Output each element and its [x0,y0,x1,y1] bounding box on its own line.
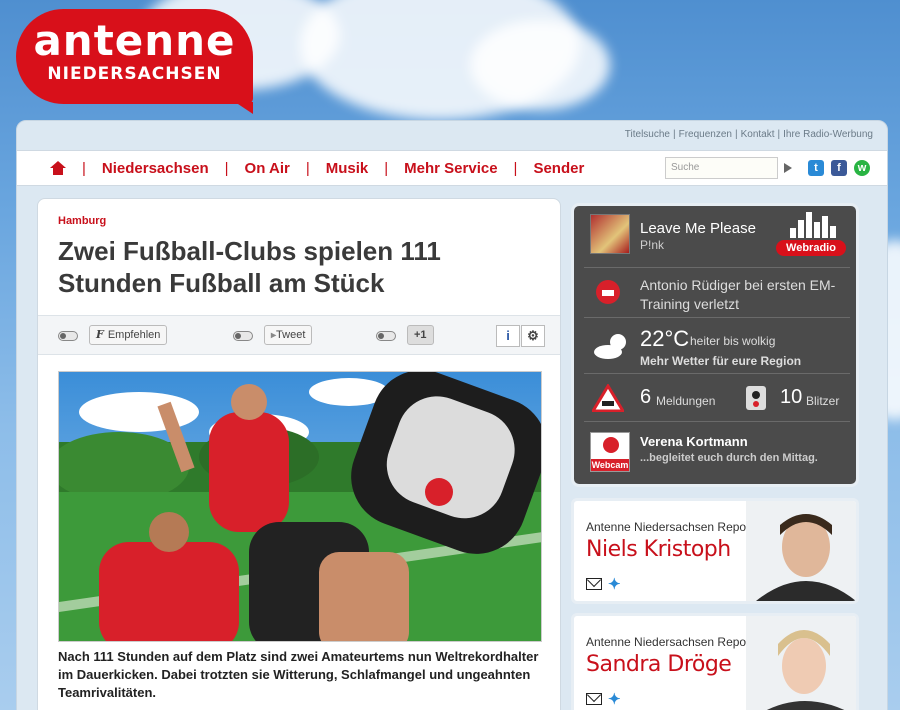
weather-row[interactable]: 22°C heiter bis wolkig Mehr Wetter für e… [584,318,850,374]
weather-desc: heiter bis wolkig [690,334,776,348]
facebook-share-toggle[interactable] [58,331,78,341]
webcam-icon: Webcam [590,432,630,472]
logo-main-text: antenne [33,16,236,65]
gplus-button[interactable]: +1 [407,325,434,345]
webcam-row[interactable]: Webcam Verena Kortmann ...begleitet euch… [584,422,850,484]
webcam-host-name: Verena Kortmann [640,434,748,449]
news-row[interactable]: Antonio Rüdiger bei ersten EM-Training v… [584,268,850,318]
song-artist: P!nk [640,238,665,252]
reporter-name[interactable]: Niels Kristoph [586,537,731,562]
album-cover [590,214,630,254]
email-icon[interactable] [586,693,602,705]
article-photo[interactable] [58,371,542,642]
share-bar: F Empfehlen ▸Tweet +1 i ⚙ [38,315,560,355]
reporter-portrait [746,501,856,601]
traffic-row[interactable]: 6 Meldungen 10 Blitzer [584,374,850,422]
gplus-share-toggle[interactable] [376,331,396,341]
nav-item-mehr-service[interactable]: Mehr Service [404,160,497,177]
reporter-kicker: Antenne Niedersachsen Reporter [586,520,765,534]
article-card: Hamburg Zwei Fußball-Clubs spielen 111 S… [37,198,561,710]
reporter-card[interactable]: Antenne Niedersachsen Reporterin Sandra … [571,613,859,710]
content-frame: Titelsuche | Frequenzen | Kontakt | Ihre Radio… [16,120,888,710]
logo-sub-text: NIEDERSACHSEN [47,64,222,84]
settings-gear-icon[interactable]: ⚙ [521,325,545,347]
traffic-reports-label: Meldungen [656,394,716,408]
speed-camera-icon [746,386,766,410]
twitter-bird-icon[interactable]: ✦ [608,690,621,708]
top-links: Titelsuche | Frequenzen | Kontakt | Ihre Radio… [624,129,873,140]
search-input[interactable]: Suche [665,157,778,179]
facebook-recommend-button[interactable]: F Empfehlen [89,325,168,345]
article-region[interactable]: Hamburg [58,215,106,227]
reporter-name[interactable]: Sandra Dröge [586,652,732,677]
toplink-frequenzen[interactable]: Frequenzen [679,129,732,140]
article-headline[interactable]: Zwei Fußball-Clubs spielen 111 Stunden F… [58,235,538,299]
logo-tail [235,102,253,114]
nav-item-on-air[interactable]: On Air [245,160,290,177]
tweet-button[interactable]: ▸Tweet [264,325,313,345]
traffic-warning-icon [592,384,624,412]
webcam-host-desc: ...begleitet euch durch den Mittag. [640,452,818,464]
antenne-logo[interactable]: antenne NIEDERSACHSEN [16,9,253,114]
weather-temp: 22°C [640,326,690,351]
reporter-card[interactable]: Antenne Niedersachsen Reporter Niels Kri… [571,498,859,604]
news-headline: Antonio Rüdiger bei ersten EM-Training v… [640,277,836,312]
nav-item-musik[interactable]: Musik [326,160,369,177]
home-icon[interactable] [50,161,66,175]
football-celebration-image [59,372,541,641]
toplink-kontakt[interactable]: Kontakt [741,129,775,140]
webradio-button[interactable]: Webradio [776,212,846,256]
info-icon[interactable]: i [496,325,520,347]
email-icon[interactable] [586,578,602,590]
search-submit-icon[interactable] [784,163,792,173]
info-sidebar: Leave Me Please P!nk Webradio Antonio Rü… [571,203,859,487]
reporter-portrait [746,616,856,710]
speed-camera-count: 10 [780,386,803,408]
sky-cloud [470,20,610,110]
toplink-titelsuche[interactable]: Titelsuche [625,129,670,140]
nav-item-niedersachsen[interactable]: Niedersachsen [102,160,209,177]
weather-more-link[interactable]: Mehr Wetter für eure Region [640,354,801,368]
weather-cloud-sun-icon [594,334,626,359]
twitter-share-toggle[interactable] [233,331,253,341]
speed-camera-label: Blitzer [806,394,840,408]
news-sign-icon [596,280,620,304]
toplink-radio-werbung[interactable]: Ihre Radio-Werbung [783,129,873,140]
article-teaser: Nach 111 Stunden auf dem Platz sind zwei… [58,649,539,700]
twitter-icon[interactable]: t [808,160,824,176]
whatsapp-icon[interactable]: w [854,160,870,176]
song-title: Leave Me Please [640,220,756,237]
nav-item-sender[interactable]: Sender [533,160,584,177]
webradio-badge: Webradio [776,240,846,256]
main-nav: | Niedersachsen | On Air | Musik | Mehr … [17,150,887,186]
twitter-bird-icon[interactable]: ✦ [608,575,621,593]
traffic-reports-count: 6 [640,386,652,408]
equalizer-icon [790,212,836,238]
now-playing-row[interactable]: Leave Me Please P!nk Webradio [584,206,850,268]
facebook-icon[interactable]: f [831,160,847,176]
